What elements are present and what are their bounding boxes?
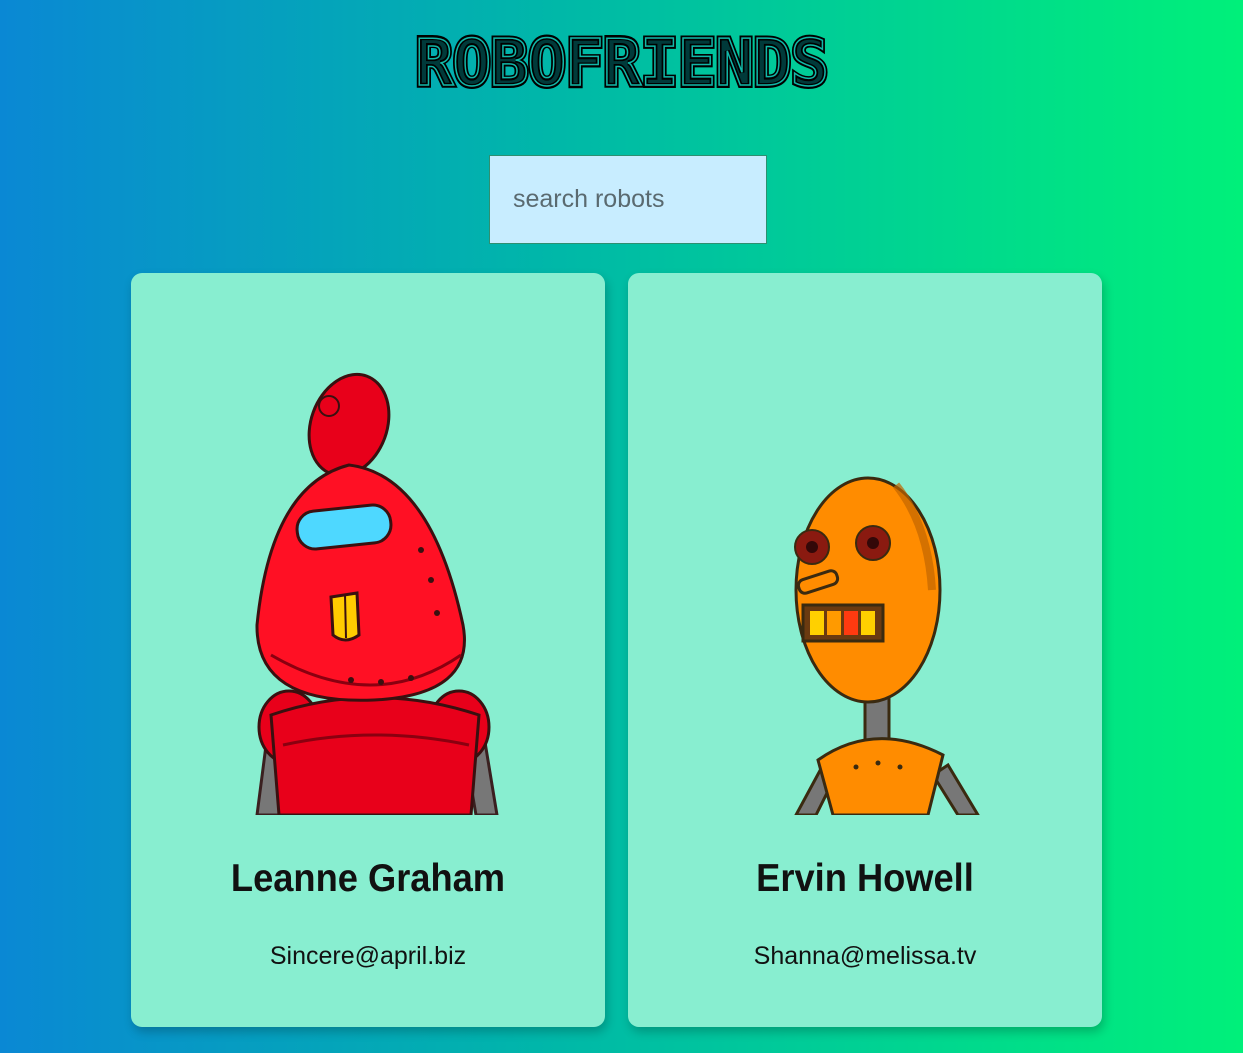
robot-email: Sincere@april.biz (269, 942, 467, 970)
robot-email: Shanna@melissa.tv (753, 942, 977, 970)
red-robot-icon (131, 335, 605, 815)
robot-name: Ervin Howell (756, 857, 974, 900)
app-title: ROBOFRIENDS (413, 24, 832, 105)
robot-card[interactable]: Leanne Graham Sincere@april.biz (131, 273, 605, 1027)
robot-card[interactable]: Ervin Howell Shanna@melissa.tv (628, 273, 1102, 1027)
robot-name: Leanne Graham (230, 857, 506, 900)
search-input[interactable] (489, 155, 767, 244)
orange-robot-icon (628, 335, 1102, 815)
